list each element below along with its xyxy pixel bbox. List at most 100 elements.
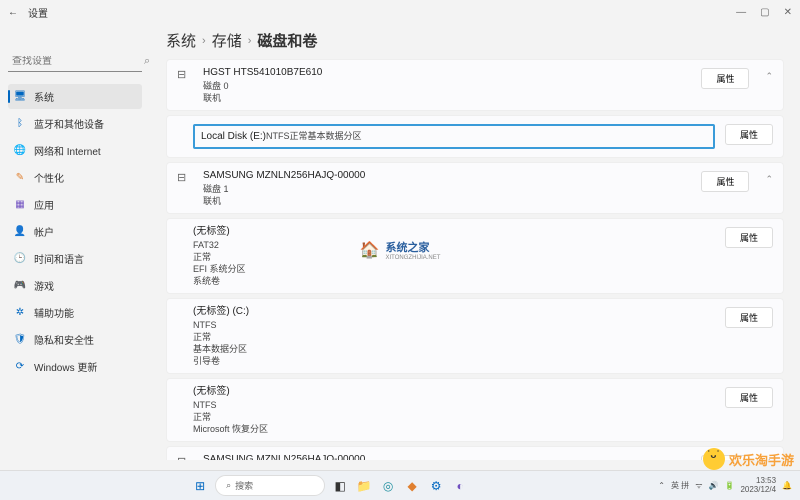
properties-button[interactable]: 属性 — [725, 307, 773, 328]
nav-label: 游戏 — [34, 278, 54, 293]
disk-meta: Microsoft 恢复分区 — [193, 423, 715, 435]
nav-icon: 🛡 — [14, 334, 26, 346]
disk-meta: 磁盘 0 — [203, 80, 691, 92]
disk-meta: 磁盘 1 — [203, 183, 691, 195]
disk-name: SAMSUNG MZNLN256HAJQ-00000 — [203, 169, 691, 183]
volume-row: (无标签)NTFS正常Microsoft 恢复分区 属性 — [166, 378, 784, 442]
disk-row: ⊟HGST HTS541010B7E610磁盘 0联机属性⌃ — [166, 59, 784, 111]
close-button[interactable]: ✕ — [784, 7, 792, 18]
brand-overlay: 欢乐淘手游 — [703, 448, 794, 470]
sidebar-item-4[interactable]: ▦ 应用 — [8, 192, 142, 217]
disk-meta: 正常 — [193, 251, 715, 263]
nav-icon: ✲ — [14, 307, 26, 319]
properties-button[interactable]: 属性 — [725, 387, 773, 408]
nav-icon: ⟳ — [14, 361, 26, 373]
ime-indicator[interactable]: 英 拼 — [671, 480, 689, 491]
nav-label: 隐私和安全性 — [34, 332, 94, 347]
nav-icon: 🕒 — [14, 253, 26, 265]
drive-icon: ⊟ — [177, 68, 193, 81]
window-title: 设置 — [28, 5, 48, 20]
disk-meta: 系统卷 — [193, 275, 715, 287]
notification-icon[interactable]: 🔔 — [782, 481, 792, 490]
properties-button[interactable]: 属性 — [701, 68, 749, 89]
minimize-button[interactable]: — — [736, 7, 746, 18]
disk-meta: NTFS — [193, 319, 715, 331]
breadcrumb-storage[interactable]: 存储 — [212, 30, 242, 51]
sidebar-item-9[interactable]: 🛡 隐私和安全性 — [8, 327, 142, 352]
search-input[interactable] — [12, 56, 144, 67]
maximize-button[interactable]: ▢ — [760, 7, 769, 18]
chevron-right-icon: › — [202, 35, 206, 47]
breadcrumb-system[interactable]: 系统 — [166, 30, 196, 51]
chevron-up-icon[interactable]: ⌃ — [765, 71, 773, 82]
properties-button[interactable]: 属性 — [701, 171, 749, 192]
sidebar-item-8[interactable]: ✲ 辅助功能 — [8, 300, 142, 325]
sidebar-item-10[interactable]: ⟳ Windows 更新 — [8, 354, 142, 379]
disk-name: (无标签) — [193, 385, 715, 399]
nav-icon: 🎮 — [14, 280, 26, 292]
disk-meta: EFI 系统分区 — [193, 263, 715, 275]
chevron-right-icon: › — [248, 35, 252, 47]
disk-meta: 基本数据分区 — [308, 131, 362, 141]
disk-name: Local Disk (E:) — [201, 131, 266, 142]
nav-icon: 👤 — [14, 226, 26, 238]
volume-row: Local Disk (E:)NTFS正常基本数据分区属性 — [166, 115, 784, 159]
nav-label: 帐户 — [34, 224, 54, 239]
wifi-icon[interactable]: ᯤ — [695, 480, 702, 491]
sidebar-item-1[interactable]: ᛒ 蓝牙和其他设备 — [8, 111, 142, 136]
sidebar: ⌕ 🖥 系统 ᛒ 蓝牙和其他设备 🌐 网络和 Internet ✎ 个性化 ▦ 应用 👤 帐户 🕒时间和… — [0, 24, 150, 460]
main-panel: 系统 › 存储 › 磁盘和卷 ⊟HGST HTS541010B7E610磁盘 0… — [150, 24, 800, 460]
sidebar-item-2[interactable]: 🌐 网络和 Internet — [8, 138, 142, 163]
disk-row: ⊟SAMSUNG MZNLN256HAJQ-00000磁盘 2联机属性⌃ — [166, 446, 784, 460]
search-box[interactable]: ⌕ — [8, 52, 142, 72]
explorer-icon[interactable]: 📁 — [355, 477, 373, 495]
nav-label: 辅助功能 — [34, 305, 74, 320]
app-icon[interactable]: ◆ — [403, 477, 421, 495]
battery-icon[interactable]: 🔋 — [724, 481, 734, 490]
disk-meta: FAT32 — [193, 239, 715, 251]
nav-icon: ᛒ — [14, 118, 26, 130]
highlighted-volume: Local Disk (E:)NTFS正常基本数据分区 — [193, 124, 715, 150]
taskbar-search[interactable]: ⌕ 搜索 — [215, 475, 325, 496]
nav-icon: 🌐 — [14, 145, 26, 157]
nav-label: 网络和 Internet — [34, 143, 101, 158]
chevron-up-icon[interactable]: ⌃ — [765, 174, 773, 185]
disk-name: SAMSUNG MZNLN256HAJQ-00000 — [203, 453, 691, 460]
drive-icon: ⊟ — [177, 171, 193, 184]
disk-meta: 引导卷 — [193, 355, 715, 367]
disk-meta: 正常 — [193, 331, 715, 343]
clock[interactable]: 13:53 2023/12/4 — [740, 477, 776, 495]
disk-meta: 正常 — [193, 411, 715, 423]
nav-label: 蓝牙和其他设备 — [34, 116, 104, 131]
nav-icon: 🖥 — [14, 91, 26, 103]
sidebar-item-5[interactable]: 👤 帐户 — [8, 219, 142, 244]
back-button[interactable]: ← — [8, 7, 20, 18]
nav-icon: ▦ — [14, 199, 26, 211]
nav-label: 系统 — [34, 89, 54, 104]
disk-meta: 正常 — [290, 131, 308, 141]
volume-icon[interactable]: 🔊 — [709, 481, 719, 490]
app-icon[interactable]: ◐ — [451, 477, 469, 495]
nav-icon: ✎ — [14, 172, 26, 184]
sidebar-item-6[interactable]: 🕒时间和语言 — [8, 246, 142, 271]
volume-row: (无标签)FAT32正常EFI 系统分区系统卷属性 — [166, 218, 784, 294]
start-button[interactable]: ⊞ — [191, 477, 209, 495]
sidebar-item-7[interactable]: 🎮 游戏 — [8, 273, 142, 298]
nav-label: 个性化 — [34, 170, 64, 185]
tray-chevron-icon[interactable]: ⌃ — [658, 481, 665, 490]
task-view-icon[interactable]: ◧ — [331, 477, 349, 495]
nav-label: 应用 — [34, 197, 54, 212]
edge-icon[interactable]: ◎ — [379, 477, 397, 495]
brand-text: 欢乐淘手游 — [729, 450, 794, 469]
properties-button[interactable]: 属性 — [725, 124, 773, 145]
sidebar-item-3[interactable]: ✎ 个性化 — [8, 165, 142, 190]
sidebar-item-0[interactable]: 🖥 系统 — [8, 84, 142, 109]
volume-row: (无标签) (C:)NTFS正常基本数据分区引导卷属性 — [166, 298, 784, 374]
taskbar: ⊞ ⌕ 搜索 ◧ 📁 ◎ ◆ ⚙ ◐ ⌃ 英 拼 ᯤ 🔊 🔋 13:53 202… — [0, 470, 800, 500]
disk-meta: 联机 — [203, 92, 691, 104]
nav-label: Windows 更新 — [34, 359, 97, 374]
settings-icon[interactable]: ⚙ — [427, 477, 445, 495]
properties-button[interactable]: 属性 — [725, 227, 773, 248]
disk-meta: NTFS — [193, 399, 715, 411]
disk-meta: 基本数据分区 — [193, 343, 715, 355]
